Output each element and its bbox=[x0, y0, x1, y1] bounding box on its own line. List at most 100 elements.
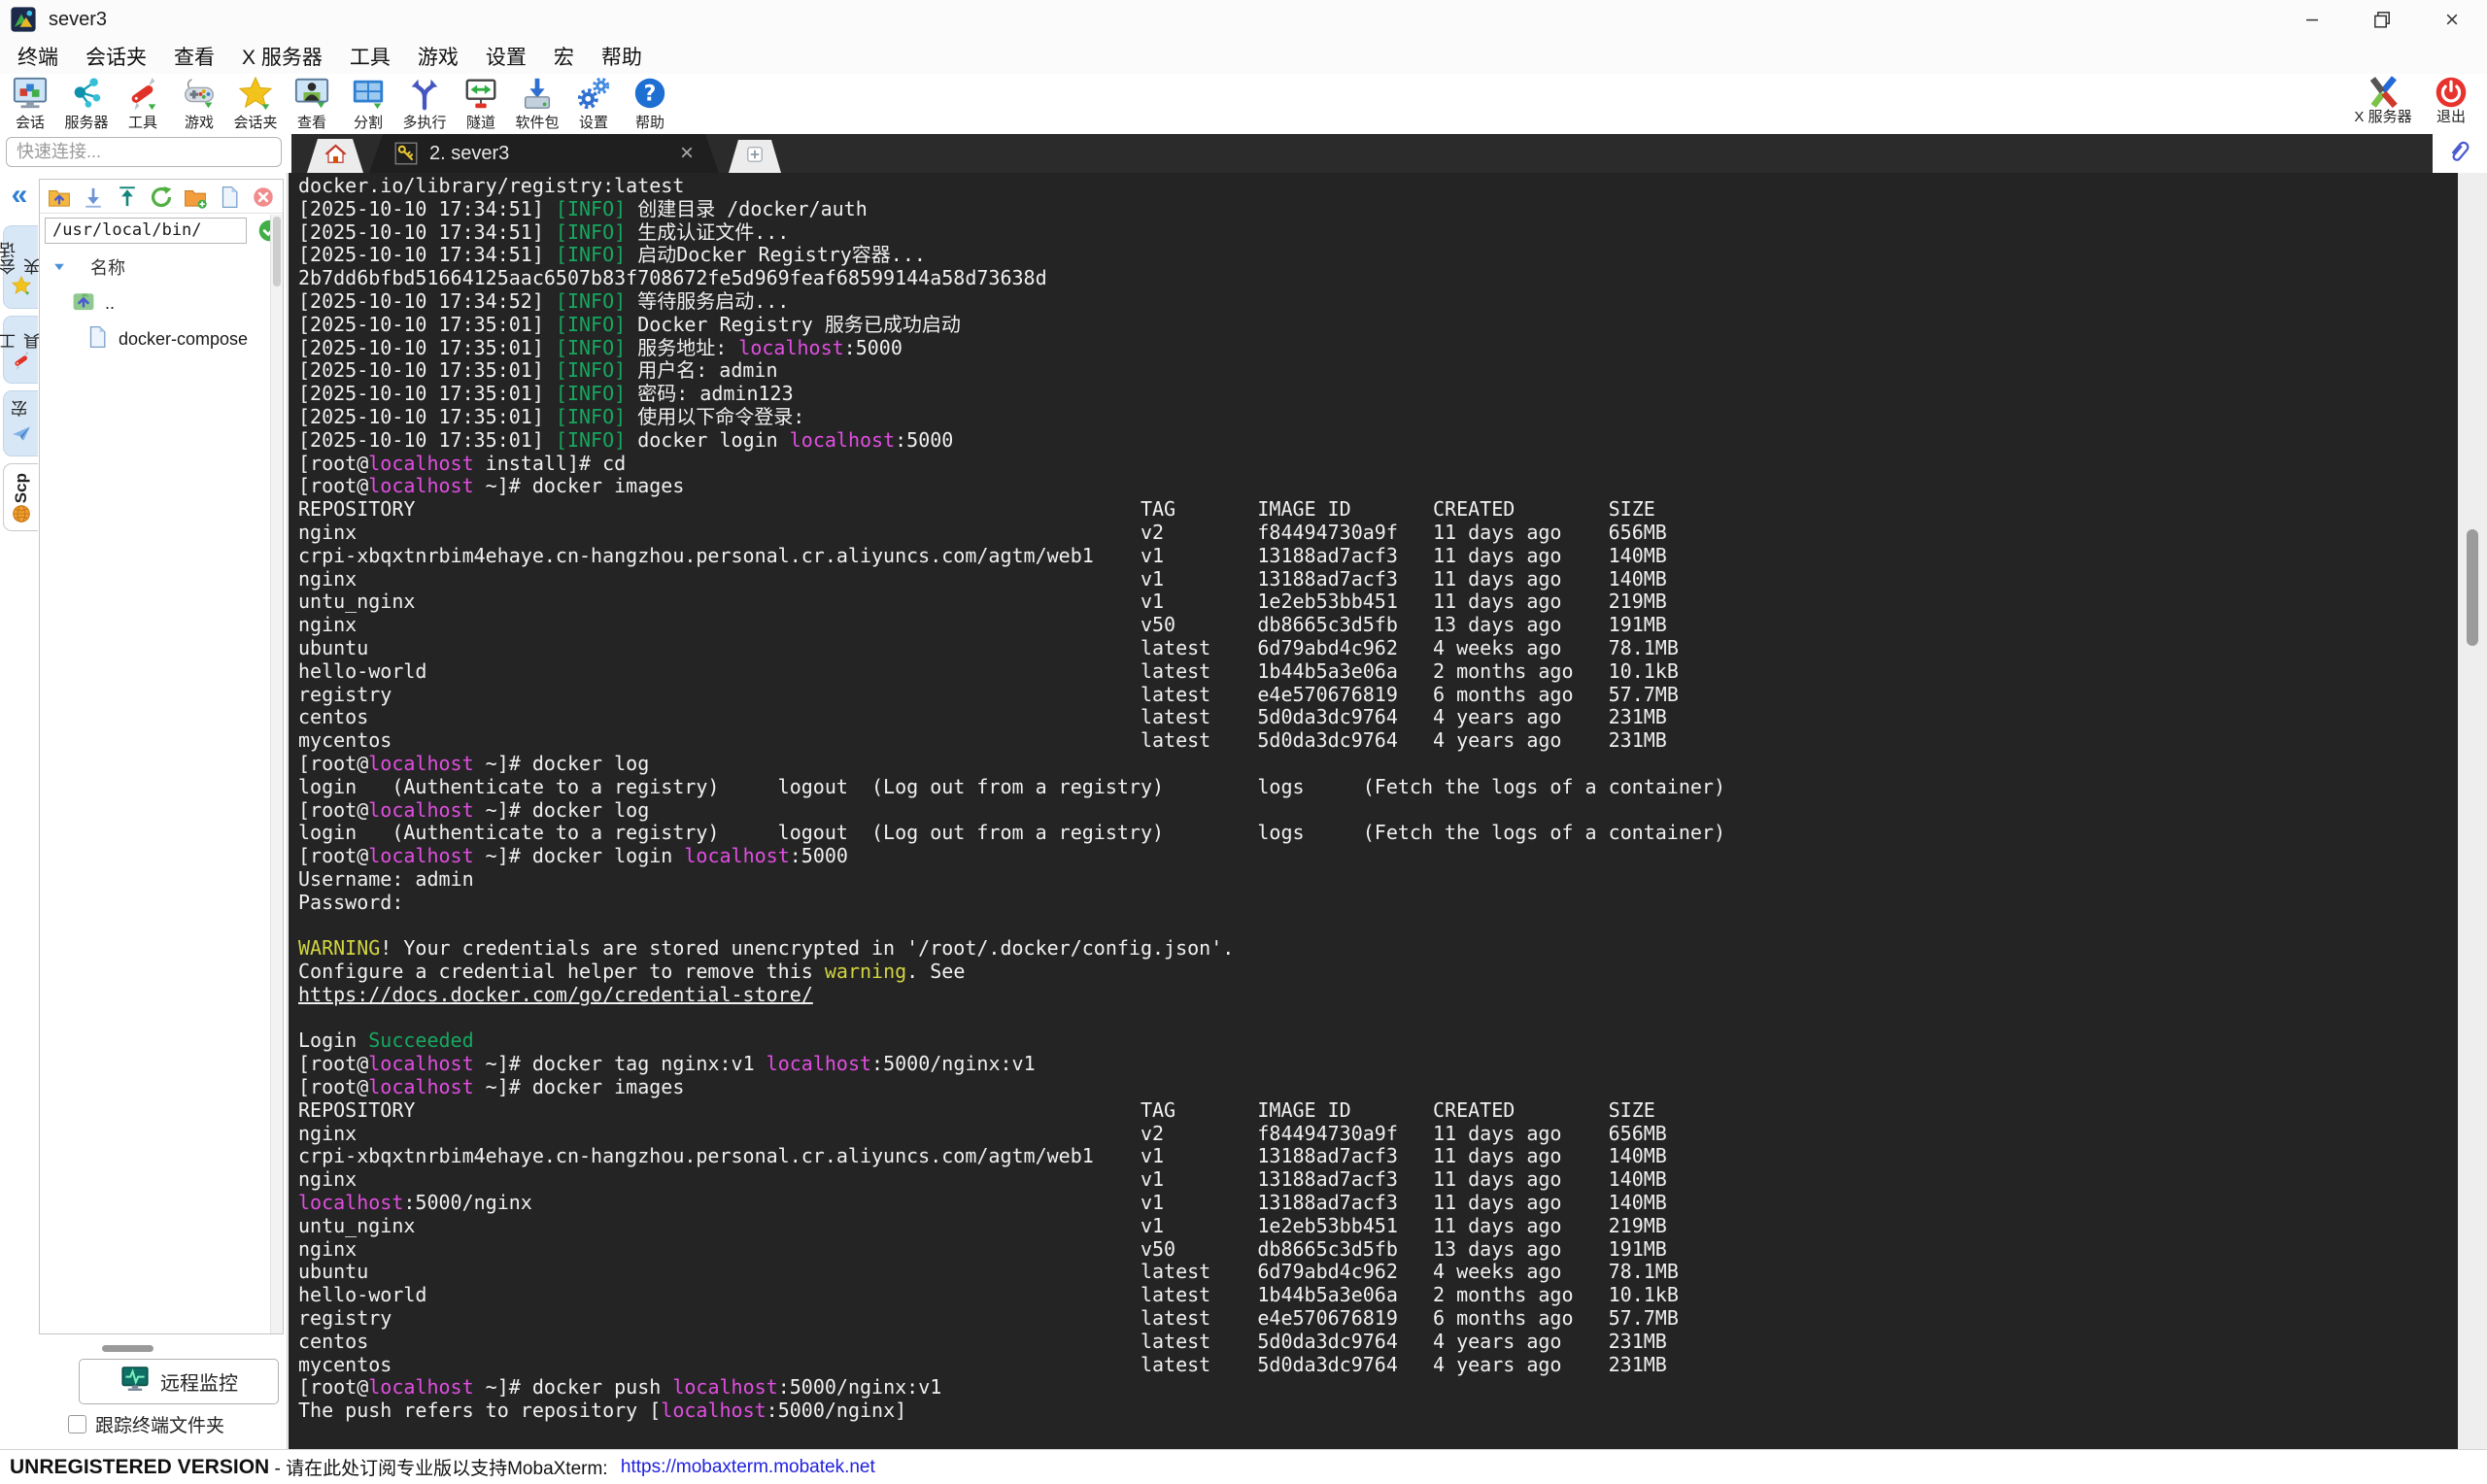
terminal-line: crpi-xbqxtnrbim4ehaye.cn-hangzhou.person… bbox=[298, 1144, 1667, 1168]
terminal-line: untu_nginx v1 1e2eb53bb451 11 days ago 2… bbox=[298, 590, 1667, 614]
menu-item[interactable]: 设置 bbox=[472, 42, 540, 71]
terminal-line: centos latest 5d0da3dc9764 4 years ago 2… bbox=[298, 1329, 1667, 1353]
sidebar-tab-会话夹[interactable]: 会话夹 bbox=[0, 225, 43, 309]
terminal-line: untu_nginx v1 1e2eb53bb451 11 days ago 2… bbox=[298, 1213, 1667, 1237]
star-icon bbox=[237, 75, 274, 112]
toolbar-button-label: 隧道 bbox=[465, 115, 495, 131]
terminal-line: [2025-10-10 17:34:51] [INFO] 启动Docker Re… bbox=[298, 243, 926, 267]
sidebar-tab-label: 宏 bbox=[12, 400, 30, 417]
scp-panel: /usr/local/bin/ 名称 .. docker-compose 远程监… bbox=[39, 173, 307, 1449]
terminal-line: [2025-10-10 17:35:01] [INFO] 密码: admin12… bbox=[298, 382, 794, 406]
view-icon bbox=[293, 75, 330, 112]
toolbar-button[interactable]: ? 帮助 bbox=[622, 75, 678, 132]
terminal-line: WARNING! Your credentials are stored une… bbox=[298, 936, 1235, 961]
tab-home[interactable] bbox=[307, 139, 363, 173]
settings-icon bbox=[575, 75, 612, 112]
new-tab-button[interactable] bbox=[729, 140, 781, 173]
folder-up-icon[interactable] bbox=[47, 185, 72, 210]
toolbar-button[interactable]: 工具 bbox=[115, 75, 171, 132]
file-browser: /usr/local/bin/ 名称 .. docker-compose bbox=[39, 179, 307, 1334]
svg-text:?: ? bbox=[644, 83, 657, 107]
toolbar-button[interactable]: 分割 bbox=[340, 75, 396, 132]
toolbar-button[interactable]: 退出 bbox=[2421, 75, 2481, 125]
tunnel-icon bbox=[462, 75, 499, 112]
minimize-button[interactable] bbox=[2277, 0, 2347, 39]
refresh-icon[interactable] bbox=[149, 185, 174, 210]
menu-item[interactable]: 宏 bbox=[540, 42, 588, 71]
multiexec-icon bbox=[406, 75, 443, 112]
follow-terminal-checkbox[interactable]: 跟踪终端文件夹 bbox=[68, 1411, 224, 1437]
toolbar-button[interactable]: 隧道 bbox=[453, 75, 509, 132]
help-icon: ? bbox=[631, 75, 668, 112]
sidebar-tab-Scp[interactable]: Scp bbox=[3, 463, 38, 531]
star-icon bbox=[11, 275, 32, 301]
upload-icon[interactable] bbox=[115, 185, 140, 210]
window-controls bbox=[2277, 0, 2487, 39]
sidebar-tab-strip: « 会话夹工具宏 Scp bbox=[0, 173, 43, 1449]
sidebar-resize-handle[interactable] bbox=[102, 1345, 153, 1352]
mobatek-link[interactable]: https://mobaxterm.mobatek.net bbox=[621, 1457, 875, 1478]
menu-item[interactable]: 终端 bbox=[4, 42, 72, 71]
terminal-scrollbar-thumb[interactable] bbox=[2467, 529, 2478, 646]
menu-item[interactable]: 会话夹 bbox=[72, 42, 160, 71]
menu-item[interactable]: 帮助 bbox=[588, 42, 656, 71]
menu-item[interactable]: 查看 bbox=[160, 42, 228, 71]
terminal-line: [root@localhost ~]# docker images bbox=[298, 474, 685, 498]
sidebar-scrollbar-thumb[interactable] bbox=[273, 217, 281, 287]
sidebar-tab-宏[interactable]: 宏 bbox=[3, 390, 38, 456]
restore-button[interactable] bbox=[2347, 0, 2417, 39]
terminal-line: docker.io/library/registry:latest bbox=[298, 174, 685, 197]
download-icon[interactable] bbox=[81, 185, 106, 210]
terminal-line: [root@localhost ~]# docker push localhos… bbox=[298, 1375, 942, 1400]
toolbar-button[interactable]: 会话夹 bbox=[227, 75, 284, 132]
tree-header[interactable]: 名称 bbox=[40, 246, 283, 286]
knife-icon bbox=[11, 350, 32, 376]
terminal-line: nginx v1 13188ad7acf3 11 days ago 140MB bbox=[298, 566, 1667, 590]
checkbox[interactable] bbox=[68, 1415, 86, 1433]
terminal-line: nginx v2 f84494730a9f 11 days ago 656MB bbox=[298, 520, 1667, 544]
close-button[interactable] bbox=[2417, 0, 2487, 39]
toolbar-button[interactable]: 服务器 bbox=[58, 75, 115, 132]
paperclip-icon[interactable] bbox=[2445, 137, 2474, 171]
path-input[interactable]: /usr/local/bin/ bbox=[45, 218, 247, 244]
games-icon bbox=[181, 75, 218, 112]
terminal-line: nginx v50 db8665c3d5fb 13 days ago 191MB bbox=[298, 613, 1667, 637]
new-file-icon[interactable] bbox=[217, 185, 242, 210]
tab-session-sever3[interactable]: 2. sever3 × bbox=[369, 134, 719, 173]
tab-close-icon[interactable]: × bbox=[680, 142, 694, 165]
toolbar-button[interactable]: 设置 bbox=[565, 75, 622, 132]
toolbar-button[interactable]: 会话 bbox=[2, 75, 58, 132]
menu-item[interactable]: 工具 bbox=[336, 42, 404, 71]
plane-icon bbox=[11, 422, 32, 449]
tree-item-..[interactable]: .. bbox=[40, 286, 283, 321]
xserver-icon bbox=[2366, 75, 2401, 110]
terminal[interactable]: docker.io/library/registry:latest [2025-1… bbox=[289, 173, 2458, 1449]
toolbar-left-group: 会话 服务器 工具 游戏 会话夹 查看 分割 多执行 隧道 软件包 设置 ? 帮助 bbox=[2, 75, 678, 132]
menu-item[interactable]: 游戏 bbox=[404, 42, 472, 71]
terminal-line: mycentos latest 5d0da3dc9764 4 years ago… bbox=[298, 1352, 1667, 1376]
toolbar-button-label: 工具 bbox=[127, 115, 157, 131]
terminal-line: REPOSITORY TAG IMAGE ID CREATED SIZE bbox=[298, 497, 1655, 522]
toolbar-button[interactable]: 游戏 bbox=[171, 75, 227, 132]
tree-item-docker-compose[interactable]: docker-compose bbox=[40, 321, 283, 357]
remote-monitoring-button[interactable]: 远程监控 bbox=[79, 1359, 279, 1404]
status-bar-text: - 请在此处订阅专业版以支持MobaXterm: bbox=[269, 1459, 613, 1479]
path-row: /usr/local/bin/ bbox=[45, 218, 281, 244]
toolbar-button-label: 设置 bbox=[578, 115, 608, 131]
terminal-line: hello-world latest 1b44b5a3e06a 2 months… bbox=[298, 658, 1679, 683]
toolbar-button[interactable]: X 服务器 bbox=[2353, 75, 2413, 125]
packages-icon bbox=[519, 75, 556, 112]
toolbar-button[interactable]: 软件包 bbox=[509, 75, 565, 132]
plus-icon bbox=[743, 143, 767, 171]
toolbar-button[interactable]: 查看 bbox=[284, 75, 340, 132]
menu-item[interactable]: X 服务器 bbox=[228, 42, 336, 71]
power-icon bbox=[2434, 75, 2469, 110]
delete-icon[interactable] bbox=[251, 185, 276, 210]
toolbar-button[interactable]: 多执行 bbox=[396, 75, 453, 132]
sidebar-tab-工具[interactable]: 工具 bbox=[0, 316, 43, 384]
terminal-line: [2025-10-10 17:35:01] [INFO] 用户名: admin bbox=[298, 358, 778, 383]
quick-connect-input[interactable] bbox=[6, 137, 282, 167]
attachments-corner bbox=[2433, 134, 2487, 173]
new-folder-icon[interactable] bbox=[183, 185, 208, 210]
sidebar-collapse-button[interactable]: « bbox=[0, 179, 39, 212]
